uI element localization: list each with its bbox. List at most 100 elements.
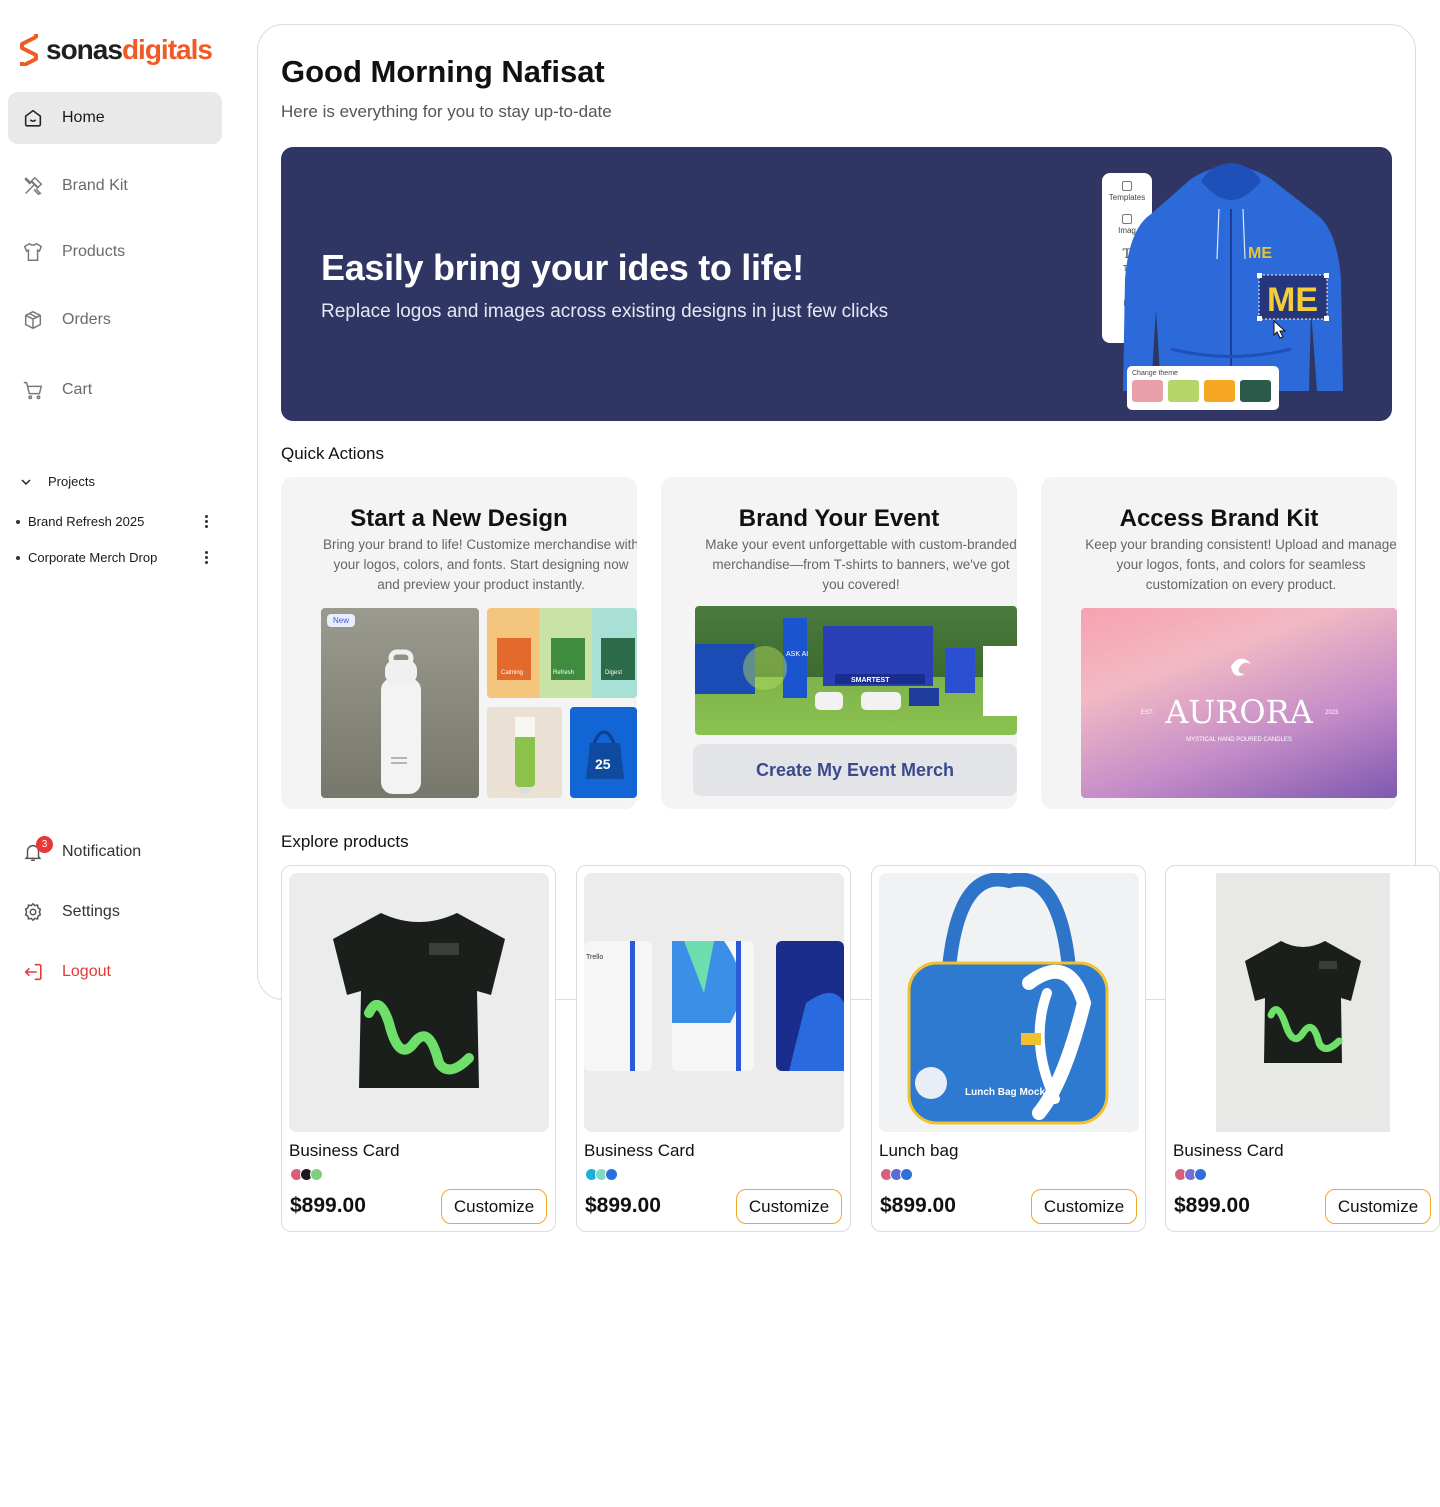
quick-action-brand-kit[interactable]: Access Brand Kit Keep your branding cons…	[1041, 477, 1397, 809]
box-label: Refresh	[553, 670, 574, 676]
theme-swatch[interactable]	[1240, 380, 1271, 402]
color-swatches	[1174, 1168, 1207, 1181]
sidebar: sonasdigitals Home Brand Kit Products Or…	[0, 0, 240, 1507]
brand-name-part1: sonas	[46, 34, 123, 65]
product-card[interactable]: Business Card $899.00 Customize	[1165, 865, 1440, 1232]
brand-logo[interactable]: sonasdigitals	[16, 34, 213, 66]
sidebar-item-label: Settings	[62, 903, 120, 920]
explore-products-heading: Explore products	[281, 832, 409, 851]
sidebar-item-label: Orders	[62, 311, 111, 328]
sidebar-item-label: Home	[62, 109, 105, 126]
color-swatches	[290, 1168, 323, 1181]
sidebar-item-home[interactable]: Home	[8, 92, 222, 144]
color-swatches	[585, 1168, 618, 1181]
tshirt-image	[289, 873, 549, 1132]
bottle-image: New	[321, 608, 479, 798]
tshirt-icon	[23, 242, 43, 261]
sidebar-item-cart[interactable]: Cart	[8, 364, 222, 416]
brand-kit-image: AURORA EST. 2023 MYSTICAL HAND POURED CA…	[1081, 608, 1397, 798]
product-price: $899.00	[585, 1194, 661, 1217]
svg-text:25: 25	[595, 756, 611, 772]
box-label: Digest	[605, 670, 622, 676]
project-item[interactable]: Corporate Merch Drop	[16, 549, 216, 566]
bottle-illustration	[381, 649, 421, 794]
card-description: Make your event unforgettable with custo…	[705, 537, 1017, 592]
project-name: Brand Refresh 2025	[28, 514, 145, 529]
product-name: Business Card	[289, 1141, 400, 1160]
page-subtitle: Here is everything for you to stay up-to…	[281, 102, 612, 121]
notebook-brand: Trello	[586, 954, 603, 961]
color-swatch[interactable]	[310, 1168, 323, 1181]
sidebar-item-products[interactable]: Products	[8, 226, 222, 278]
card-description: Keep your branding consistent! Upload an…	[1085, 537, 1397, 592]
create-event-merch-button[interactable]: Create My Event Merch	[693, 744, 1017, 796]
color-swatch[interactable]	[1194, 1168, 1207, 1181]
project-item[interactable]: Brand Refresh 2025	[16, 513, 216, 530]
gear-icon	[24, 902, 42, 922]
cart-icon	[23, 381, 43, 400]
product-card[interactable]: Business Card $899.00 Customize	[281, 865, 556, 1232]
tube-image	[487, 707, 562, 798]
brand-est: EST.	[1141, 710, 1154, 716]
logo-mark-icon	[20, 34, 38, 66]
brand-name: AURORA	[1164, 693, 1314, 731]
card-title: Brand Your Event	[738, 505, 940, 532]
box-icon	[24, 310, 42, 330]
customize-button[interactable]: Customize	[441, 1189, 547, 1224]
more-vertical-icon[interactable]	[197, 513, 216, 530]
ask-ai-text: ASK AI	[786, 651, 808, 658]
new-badge: New	[327, 614, 356, 627]
quick-actions-heading: Quick Actions	[281, 444, 384, 463]
projects-label: Projects	[48, 474, 95, 489]
hero-title: Easily bring your ides to life!	[321, 247, 804, 288]
theme-swatch[interactable]	[1132, 380, 1163, 402]
customize-button[interactable]: Customize	[1325, 1189, 1431, 1224]
sidebar-item-brand-kit[interactable]: Brand Kit	[8, 160, 222, 212]
brand-name-part2: digitals	[121, 34, 213, 65]
customize-button[interactable]: Customize	[1031, 1189, 1137, 1224]
event-image: ASK AI SMARTEST	[695, 606, 1017, 735]
sidebar-item-label: Cart	[62, 381, 93, 398]
product-image	[289, 873, 549, 1132]
theme-picker[interactable]: Change theme	[1127, 366, 1279, 410]
product-image	[1173, 873, 1433, 1132]
product-price: $899.00	[880, 1194, 956, 1217]
product-price: $899.00	[290, 1194, 366, 1217]
hero-subtitle: Replace logos and images across existing…	[321, 301, 889, 322]
home-icon	[24, 109, 42, 127]
page-title: Good Morning Nafisat	[281, 54, 605, 89]
theme-swatch[interactable]	[1168, 380, 1199, 402]
notebooks-image: Trello	[584, 873, 844, 1132]
box-label: Calming	[501, 670, 523, 676]
sidebar-item-label: Logout	[62, 963, 111, 980]
theme-swatch[interactable]	[1204, 380, 1235, 402]
theme-swatches	[1132, 380, 1274, 402]
brand-name: sonasdigitals	[46, 34, 213, 66]
hero-banner[interactable]: Easily bring your ides to life! Replace …	[281, 147, 1392, 421]
color-swatches	[880, 1168, 913, 1181]
brand-year: 2023	[1325, 710, 1339, 716]
product-card[interactable]: Trello Business Card $899.00 Customize	[576, 865, 851, 1232]
color-swatch[interactable]	[605, 1168, 618, 1181]
more-vertical-icon[interactable]	[197, 549, 216, 566]
product-name: Lunch bag	[879, 1141, 959, 1160]
product-image: Trello	[584, 873, 844, 1132]
product-card[interactable]: Lunch Bag Mockup Lunch bag $899.00 Custo…	[871, 865, 1146, 1232]
color-swatch[interactable]	[900, 1168, 913, 1181]
sidebar-item-label: Notification	[62, 843, 142, 860]
sidebar-item-settings[interactable]: Settings	[8, 886, 222, 938]
selected-logo: ME	[1267, 281, 1318, 319]
card-description: Bring your brand to life! Customize merc…	[323, 537, 637, 592]
product-price: $899.00	[1174, 1194, 1250, 1217]
tea-boxes-image: Calming Refresh Digest	[487, 608, 637, 698]
projects-toggle[interactable]: Projects	[20, 474, 95, 489]
quick-action-new-design[interactable]: Start a New Design Bring your brand to l…	[281, 477, 637, 809]
tshirt-image	[1173, 873, 1433, 1132]
sidebar-item-orders[interactable]: Orders	[8, 294, 222, 346]
sidebar-item-logout[interactable]: Logout	[8, 946, 222, 998]
bag-label: Lunch Bag Mockup	[965, 1087, 1057, 1098]
product-name: Business Card	[1173, 1141, 1284, 1160]
customize-button[interactable]: Customize	[736, 1189, 842, 1224]
quick-action-brand-event[interactable]: Brand Your Event Make your event unforge…	[661, 477, 1017, 809]
theme-label: Change theme	[1132, 370, 1178, 377]
